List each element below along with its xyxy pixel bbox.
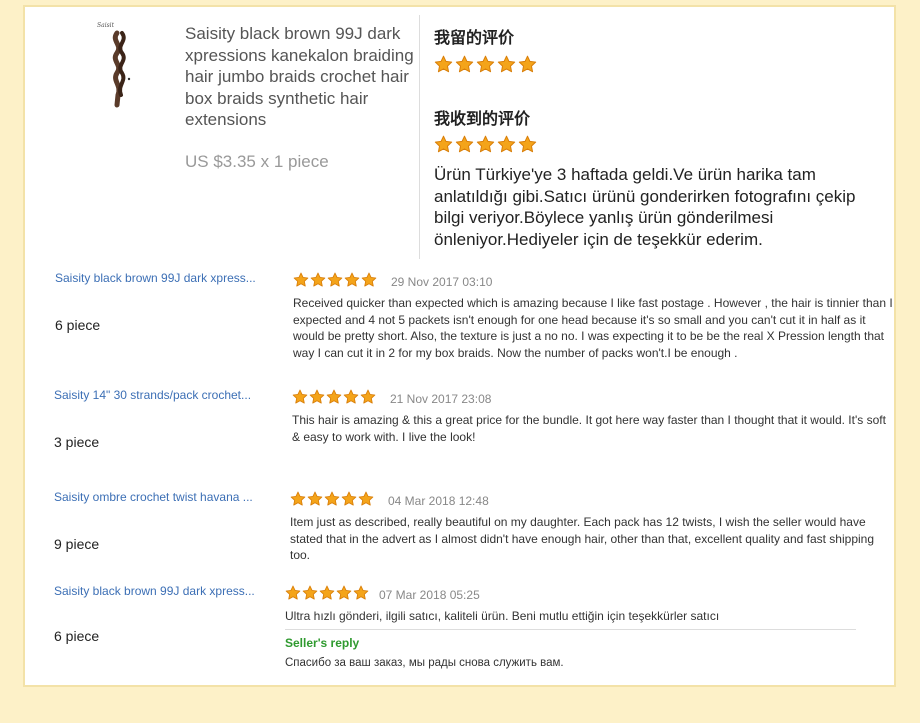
- star-icon: [358, 491, 374, 507]
- star-icon: [341, 491, 357, 507]
- star-icon: [353, 585, 369, 601]
- review-quantity: 9 piece: [54, 536, 100, 552]
- star-icon: [336, 585, 352, 601]
- review-date: 07 Mar 2018 05:25: [379, 588, 480, 602]
- my-review-rating: [434, 55, 537, 74]
- feedback-summary-card: Saisit Saisity black brown 99J dark xpre…: [25, 7, 894, 262]
- review-product-link[interactable]: Saisity ombre crochet twist havana ...: [54, 490, 253, 504]
- star-icon: [476, 55, 495, 74]
- review-date: 29 Nov 2017 03:10: [391, 275, 493, 289]
- review-text: Ultra hızlı gönderi, ilgili satıcı, kali…: [285, 609, 720, 623]
- star-icon: [455, 55, 474, 74]
- my-review-heading: 我留的评价: [434, 28, 515, 47]
- star-icon: [324, 491, 340, 507]
- star-icon: [476, 135, 495, 154]
- product-thumbnail[interactable]: Saisit: [95, 19, 151, 109]
- review-quantity: 3 piece: [54, 434, 100, 450]
- star-icon: [319, 585, 335, 601]
- star-icon: [302, 585, 318, 601]
- received-review-text: Ürün Türkiye'ye 3 haftada geldi.Ve ürün …: [434, 165, 856, 249]
- star-icon: [343, 389, 359, 405]
- received-review-rating: [434, 135, 537, 154]
- star-icon: [518, 135, 537, 154]
- star-icon: [434, 55, 453, 74]
- thumb-brand-text: Saisit: [97, 22, 115, 29]
- star-icon: [455, 135, 474, 154]
- reply-divider: [285, 629, 856, 630]
- star-icon: [307, 491, 323, 507]
- star-icon: [292, 389, 308, 405]
- feedback-panel: Saisit Saisity black brown 99J dark xpre…: [23, 5, 896, 687]
- review-rating: [292, 389, 376, 405]
- star-icon: [309, 389, 325, 405]
- received-review-heading: 我收到的评价: [434, 109, 531, 128]
- review-product-link[interactable]: Saisity black brown 99J dark xpress...: [54, 584, 255, 598]
- star-icon: [497, 135, 516, 154]
- braid-image-icon: Saisit: [97, 22, 131, 108]
- review-rating: [290, 491, 374, 507]
- review-product-link[interactable]: Saisity black brown 99J dark xpress...: [55, 271, 256, 285]
- divider: [419, 15, 420, 259]
- seller-reply-text: Спасибо за ваш заказ, мы рады снова служ…: [285, 657, 564, 669]
- product-title[interactable]: Saisity black brown 99J dark xpressions …: [185, 23, 415, 131]
- review-quantity: 6 piece: [55, 317, 101, 333]
- review-rating: [285, 585, 369, 601]
- review-date: 04 Mar 2018 12:48: [388, 494, 489, 508]
- star-icon: [327, 272, 343, 288]
- star-icon: [285, 585, 301, 601]
- review-text: This hair is amazing & this a great pric…: [292, 413, 886, 444]
- review-quantity: 6 piece: [54, 628, 100, 644]
- star-icon: [326, 389, 342, 405]
- star-icon: [434, 135, 453, 154]
- star-icon: [310, 272, 326, 288]
- star-icon: [344, 272, 360, 288]
- star-icon: [360, 389, 376, 405]
- review-text: Item just as described, really beautiful…: [290, 515, 875, 563]
- review-date: 21 Nov 2017 23:08: [390, 392, 492, 406]
- seller-reply-label: Seller's reply: [285, 636, 360, 650]
- star-icon: [518, 55, 537, 74]
- star-icon: [290, 491, 306, 507]
- review-product-link[interactable]: Saisity 14" 30 strands/pack crochet...: [54, 388, 251, 402]
- review-text: Received quicker than expected which is …: [293, 296, 893, 360]
- star-icon: [361, 272, 377, 288]
- star-icon: [293, 272, 309, 288]
- review-rating: [293, 272, 377, 288]
- star-icon: [497, 55, 516, 74]
- product-price: US $3.35 x 1 piece: [185, 152, 329, 171]
